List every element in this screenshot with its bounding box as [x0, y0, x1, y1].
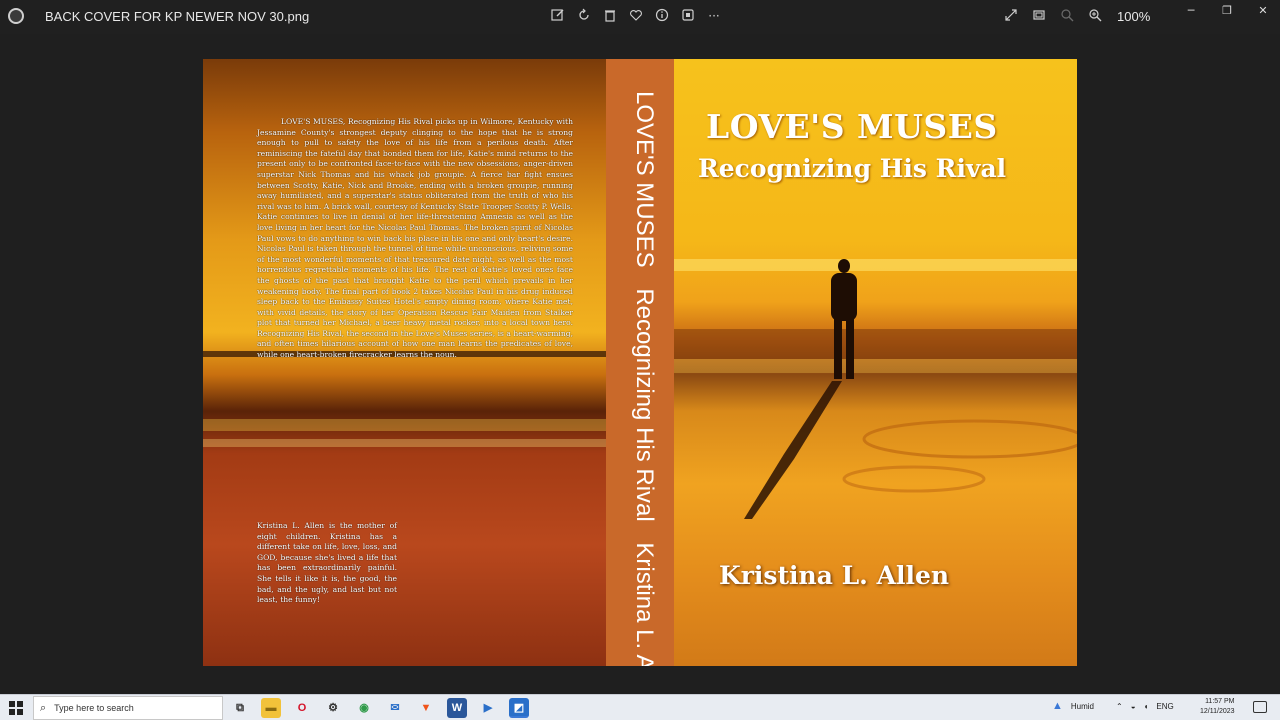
- volume-icon[interactable]: ◖: [1144, 702, 1149, 711]
- file-name: BACK COVER FOR KP NEWER NOV 30.png: [45, 9, 310, 24]
- zoom-level[interactable]: 100%: [1117, 9, 1150, 24]
- taskbar: ⌕ Type here to search ⧉ ▬ O ⚙ ◉ ✉ ▼ W ▶ ◩ ▲ Humid…: [0, 694, 1280, 720]
- taskbar-clock[interactable]: 11:57 PM 12/11/2023: [1200, 697, 1235, 717]
- book-spine: LOVE'S MUSES Recognizing His Rival Krist…: [606, 59, 674, 666]
- front-subtitle: Recognizing His Rival: [698, 154, 1007, 183]
- title-bar: BACK COVER FOR KP NEWER NOV 30.png ··· 1…: [0, 0, 1280, 34]
- crop-icon[interactable]: [680, 8, 696, 24]
- back-cover: LOVE'S MUSES, Recognizing His Rival pick…: [203, 59, 606, 666]
- zoom-out-icon[interactable]: [1059, 8, 1075, 24]
- favorite-icon[interactable]: [628, 8, 644, 24]
- task-view-icon[interactable]: ⧉: [230, 698, 250, 718]
- mail-icon[interactable]: ✉: [385, 698, 405, 718]
- info-icon[interactable]: [654, 8, 670, 24]
- front-title: LOVE'S MUSES: [706, 107, 998, 146]
- photos-app-icon: [8, 8, 24, 24]
- fit-icon[interactable]: [1031, 8, 1047, 24]
- author-bio: Kristina L. Allen is the mother of eight…: [257, 521, 397, 605]
- restore-icon[interactable]: ❐: [1220, 4, 1234, 18]
- tray-chevron-icon[interactable]: ⌃: [1116, 702, 1123, 711]
- minimize-icon[interactable]: ─: [1184, 4, 1198, 18]
- spine-title: LOVE'S MUSES: [631, 91, 658, 268]
- window-controls: ─ ❐ ✕: [1184, 4, 1270, 18]
- brave-icon[interactable]: ▼: [416, 698, 436, 718]
- spine-subtitle: Recognizing His Rival: [631, 288, 658, 522]
- clock-time: 11:57 PM: [1205, 698, 1235, 705]
- opera-icon[interactable]: O: [292, 698, 312, 718]
- edit-icon[interactable]: [550, 8, 566, 24]
- zoom-in-icon[interactable]: [1087, 8, 1103, 24]
- word-icon[interactable]: W: [447, 698, 467, 718]
- front-author: Kristina L. Allen: [719, 561, 950, 590]
- photos-icon[interactable]: ◩: [509, 698, 529, 718]
- language-indicator[interactable]: ENG: [1156, 702, 1173, 711]
- view-controls: 100%: [1003, 8, 1150, 24]
- spine-author: Kristina L. Allen: [631, 542, 658, 666]
- fullscreen-icon[interactable]: [1003, 8, 1019, 24]
- front-cover: LOVE'S MUSES Recognizing His Rival Krist…: [674, 59, 1077, 666]
- clock-date: 12/11/2023: [1200, 708, 1235, 715]
- weather-label[interactable]: Humid: [1071, 702, 1094, 711]
- video-editor-icon[interactable]: ▶: [478, 698, 498, 718]
- windows-start-icon[interactable]: [8, 700, 24, 716]
- settings-icon[interactable]: ⚙: [323, 698, 343, 718]
- search-placeholder: Type here to search: [54, 703, 134, 713]
- file-explorer-icon[interactable]: ▬: [261, 698, 281, 718]
- close-icon[interactable]: ✕: [1256, 4, 1270, 18]
- chrome-icon[interactable]: ◉: [354, 698, 374, 718]
- delete-icon[interactable]: [602, 8, 618, 24]
- photos-app-window: BACK COVER FOR KP NEWER NOV 30.png ··· 1…: [0, 0, 1280, 720]
- network-icon[interactable]: ◒: [1131, 702, 1136, 711]
- notification-icon[interactable]: [1253, 701, 1267, 713]
- rotate-icon[interactable]: [576, 8, 592, 24]
- search-icon: ⌕: [40, 701, 47, 714]
- back-cover-blurb: LOVE'S MUSES, Recognizing His Rival pick…: [257, 117, 573, 360]
- taskbar-apps: ⧉ ▬ O ⚙ ◉ ✉ ▼ W ▶ ◩: [230, 698, 529, 718]
- book-cover-image: LOVE'S MUSES, Recognizing His Rival pick…: [203, 59, 1077, 666]
- taskbar-search-box[interactable]: ⌕ Type here to search: [33, 696, 223, 720]
- image-toolbar: ···: [550, 8, 722, 24]
- system-tray: ▲ Humid ⌃ ◒ ◖ ENG: [1052, 700, 1174, 712]
- spine-text: LOVE'S MUSES Recognizing His Rival Krist…: [630, 91, 658, 666]
- more-icon[interactable]: ···: [706, 8, 722, 24]
- weather-icon[interactable]: ▲: [1052, 700, 1063, 712]
